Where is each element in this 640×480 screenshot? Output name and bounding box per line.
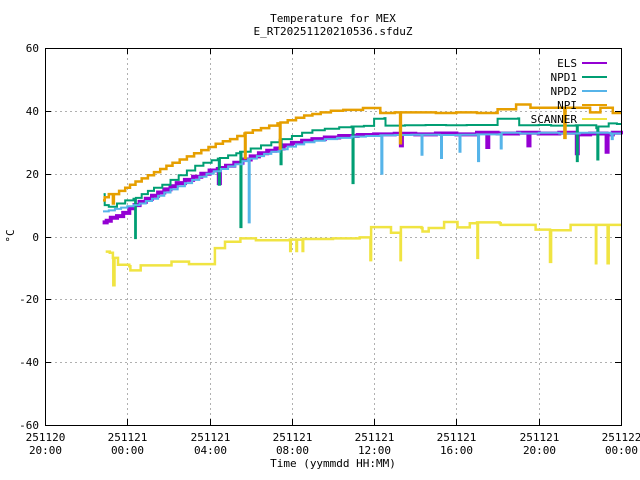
- y-tick-label: 0: [32, 231, 39, 244]
- legend: ELSNPD1NPD2NPISCANNER: [531, 57, 607, 126]
- legend-label-npd2: NPD2: [551, 85, 578, 98]
- y-tick-label: -20: [19, 293, 39, 306]
- x-tick-time: 04:00: [194, 444, 227, 457]
- legend-entry-npd1: NPD1: [551, 71, 607, 84]
- data-series: [102, 103, 623, 287]
- x-tick-time: 00:00: [111, 444, 144, 457]
- x-tick-date: 251121: [108, 431, 148, 444]
- chart-subtitle: E_RT20251120210536.sfduZ: [254, 25, 413, 38]
- legend-label-scanner: SCANNER: [531, 113, 578, 126]
- legend-entry-scanner: SCANNER: [531, 113, 607, 126]
- x-tick-date: 251121: [191, 431, 231, 444]
- x-tick-time: 16:00: [440, 444, 473, 457]
- x-tick-time: 08:00: [276, 444, 309, 457]
- grid-lines: [45, 48, 622, 426]
- y-axis-label: °C: [4, 229, 17, 242]
- series-line-scanner: [105, 220, 621, 287]
- series-line-els: [102, 130, 623, 225]
- x-axis-label: Time (yymmdd HH:MM): [270, 457, 396, 470]
- x-tick-time: 20:00: [29, 444, 62, 457]
- x-tick-time: 00:00: [605, 444, 638, 457]
- x-tick-date: 251121: [520, 431, 560, 444]
- y-tick-label: 40: [26, 105, 39, 118]
- x-tick-date: 251120: [26, 431, 66, 444]
- y-tick-label: 60: [26, 42, 39, 55]
- series-line-npd2: [103, 131, 622, 224]
- x-tick-date: 251121: [273, 431, 313, 444]
- x-tick-date: 251122: [602, 431, 640, 444]
- legend-label-npi: NPI: [557, 99, 577, 112]
- y-tick-label: 20: [26, 168, 39, 181]
- x-tick-date: 251121: [437, 431, 477, 444]
- tick-labels: 6040200-20-40-6025112020:0025112100:0025…: [19, 42, 640, 457]
- legend-label-els: ELS: [557, 57, 577, 70]
- y-tick-label: -40: [19, 356, 39, 369]
- chart-title: Temperature for MEX: [270, 12, 396, 25]
- legend-label-npd1: NPD1: [551, 71, 578, 84]
- legend-entry-els: ELS: [557, 57, 607, 70]
- axis-ticks: [45, 48, 622, 426]
- temperature-chart: 6040200-20-40-6025112020:0025112100:0025…: [4, 12, 640, 470]
- x-tick-time: 12:00: [358, 444, 391, 457]
- legend-entry-npd2: NPD2: [551, 85, 607, 98]
- x-tick-date: 251121: [355, 431, 395, 444]
- x-tick-time: 20:00: [523, 444, 556, 457]
